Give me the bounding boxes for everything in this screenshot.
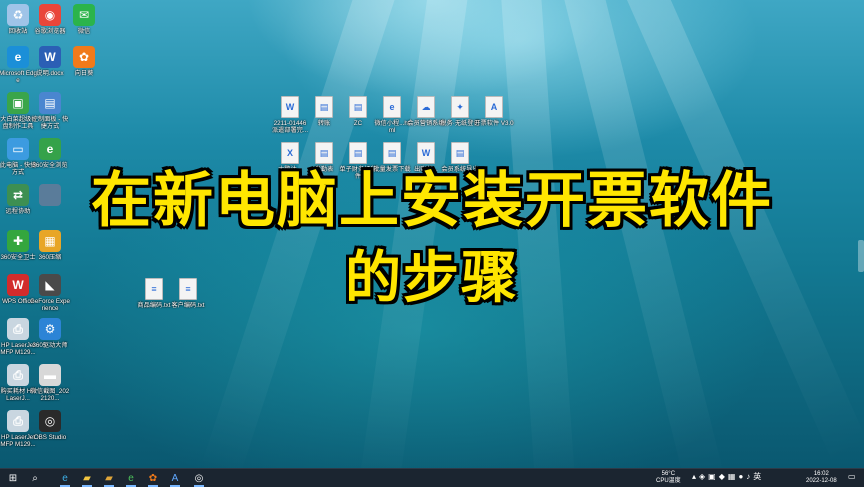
document-icon: ▤ — [451, 142, 469, 164]
video-title-line1: 在新电脑上安装开票软件 — [91, 166, 773, 236]
clock-date: 2022-12-08 — [806, 478, 837, 484]
taskbar: ⊞ ⌕ e ▰ ▰ e ✿ A ◎ 56°C CPU温度 ▴◈▣◆▦●♪英 16:02 2022… — [0, 468, 864, 487]
wechat-icon: ✉ — [73, 4, 95, 26]
desktop-icon-label: 360驱动大师 — [32, 342, 68, 349]
control-panel-icon: ▤ — [39, 92, 61, 114]
invoice-app-icon[interactable]: A — [168, 471, 182, 487]
cpu-temp-value: 56°C — [661, 471, 676, 477]
desktop-icon[interactable]: ▬ 微信截图_2022120... — [30, 364, 70, 402]
document-icon: ▤ — [349, 142, 367, 164]
desktop-icon-label: OBS Studio — [33, 434, 67, 441]
document-icon: ▤ — [315, 96, 333, 118]
desktop-icon[interactable]: ◎ OBS Studio — [30, 410, 70, 441]
notification-icon[interactable]: ▭ — [848, 473, 856, 481]
system-tray-icons[interactable]: ▴◈▣◆▦●♪英 — [692, 473, 764, 481]
desktop-icon-label: 微信 — [77, 28, 91, 35]
invoice-app-icon: A — [485, 96, 503, 118]
edge-icon: e — [7, 46, 29, 68]
desktop-icon[interactable]: ▤ 控制面板 - 快捷方式 — [30, 92, 70, 130]
desktop-icon-label: 微信截图_2022120... — [30, 388, 70, 402]
clock-time: 16:02 — [813, 471, 829, 477]
this-pc-icon: ▭ — [7, 138, 29, 160]
file-explorer-icon[interactable]: ▰ — [80, 471, 94, 487]
windows-start-icon[interactable]: ⊞ — [6, 471, 20, 485]
sunflower-icon[interactable]: ✿ — [146, 471, 160, 487]
edge-handle[interactable] — [858, 240, 864, 272]
word-doc-icon: W — [281, 96, 299, 118]
desktop-icon[interactable]: ✉ 微信 — [64, 4, 104, 35]
cloud-app-icon: ☁ — [417, 96, 435, 118]
printer-supplies-icon: ⎙ — [7, 364, 29, 386]
cpu-temp-label: CPU温度 — [656, 478, 681, 484]
desktop-icon-label: 控制面板 - 快捷方式 — [31, 116, 69, 130]
folder-icon[interactable]: ▰ — [102, 471, 116, 487]
word-doc-icon: W — [417, 142, 435, 164]
desktop-icon-label: 开票软件 V3.0 — [474, 120, 514, 127]
video-title-line2: 的步骤 — [345, 246, 519, 311]
desktop-icon[interactable]: ✿ 向日葵 — [64, 46, 104, 77]
edge-icon[interactable]: e — [58, 471, 72, 487]
search-icon[interactable]: ⌕ — [28, 471, 42, 485]
obs-icon[interactable]: ◎ — [192, 471, 206, 487]
html-icon: e — [383, 96, 401, 118]
desktop: ♻ 回收站 ◉ 谷歌浏览器 ✉ 微信 e Microsoft Edge W 说明.docx ✿ 向日葵… — [0, 0, 864, 468]
browser-360-icon: e — [39, 138, 61, 160]
word-doc-icon: W — [39, 46, 61, 68]
chrome-icon: ◉ — [39, 4, 61, 26]
cpu-temperature: 56°C CPU温度 — [656, 471, 681, 485]
desktop-icon[interactable]: e 360安全浏览 — [30, 138, 70, 169]
printer-icon: ⎙ — [7, 318, 29, 340]
usb-tool-icon: ▣ — [7, 92, 29, 114]
desktop-icon[interactable]: A 开票软件 V3.0 — [474, 96, 514, 127]
printer-icon: ⎙ — [7, 410, 29, 432]
screenshot-icon: ▬ — [39, 364, 61, 386]
sunflower-icon: ✿ — [73, 46, 95, 68]
tax-app-icon: ✦ — [451, 96, 469, 118]
browser-360-icon[interactable]: e — [124, 471, 138, 487]
document-icon: ▤ — [383, 142, 401, 164]
driver-360-icon: ⚙ — [39, 318, 61, 340]
document-icon: ▤ — [315, 142, 333, 164]
recycle-bin-icon: ♻ — [7, 4, 29, 26]
excel-doc-icon: X — [281, 142, 299, 164]
desktop-icon[interactable]: ⚙ 360驱动大师 — [30, 318, 70, 349]
clock[interactable]: 16:02 2022-12-08 — [806, 471, 837, 485]
document-icon: ▤ — [349, 96, 367, 118]
desktop-icon-label: 向日葵 — [74, 70, 94, 77]
obs-icon: ◎ — [39, 410, 61, 432]
